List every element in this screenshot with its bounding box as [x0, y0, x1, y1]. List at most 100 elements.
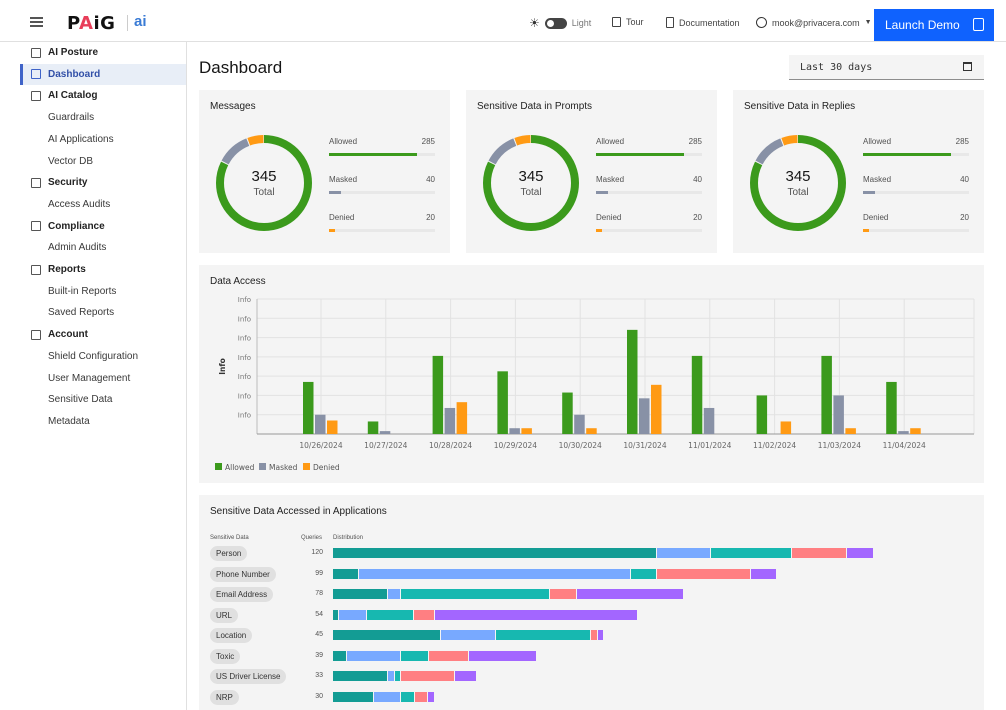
- sidebar-item-label: AI Applications: [48, 133, 114, 145]
- sidebar-item-guardrails[interactable]: Guardrails: [20, 107, 186, 128]
- donut-total: 345: [518, 168, 544, 185]
- bar-masked: [703, 407, 715, 434]
- sidebar-item-ai-catalog[interactable]: AI Catalog: [20, 85, 186, 106]
- distribution-segment[interactable]: [333, 630, 442, 640]
- distribution-segment[interactable]: [333, 691, 374, 702]
- brand-logo[interactable]: PAiG: [67, 13, 115, 34]
- stat-label: Denied: [596, 213, 622, 222]
- query-count: 33: [315, 672, 323, 679]
- sidebar-item-ai-applications[interactable]: AI Applications: [20, 129, 186, 150]
- dashboard-icon: [31, 69, 41, 80]
- sensitive-data-pill[interactable]: URL: [210, 607, 239, 623]
- sidebar-item-account[interactable]: Account: [20, 324, 186, 345]
- sidebar-item-vector-db[interactable]: Vector DB: [20, 151, 186, 172]
- sidebar-item-security[interactable]: Security: [20, 172, 186, 193]
- card-title: Messages: [210, 101, 256, 112]
- distribution-bar: [333, 650, 538, 661]
- menu-icon[interactable]: [30, 17, 43, 27]
- bar-denied: [586, 428, 597, 434]
- stat-fill: [596, 153, 684, 156]
- stat-fill: [329, 229, 336, 232]
- distribution-segment[interactable]: [339, 609, 367, 620]
- distribution-segment[interactable]: [333, 650, 347, 661]
- distribution-segment[interactable]: [495, 630, 591, 640]
- sensitive-data-pill[interactable]: Location: [210, 628, 253, 643]
- distribution-segment[interactable]: [333, 671, 388, 681]
- sidebar-item-built-in-reports[interactable]: Built-in Reports: [20, 281, 186, 302]
- distribution-segment[interactable]: [656, 548, 712, 558]
- sensitive-data-pill[interactable]: Email Address: [210, 587, 274, 602]
- distribution-segment[interactable]: [847, 548, 875, 558]
- distribution-segment[interactable]: [630, 568, 657, 579]
- distribution-segment[interactable]: [428, 650, 470, 661]
- sidebar-item-admin-audits[interactable]: Admin Audits: [20, 237, 186, 258]
- legend-label-allowed: Allowed: [225, 463, 255, 472]
- distribution-segment[interactable]: [413, 609, 435, 620]
- sidebar-item-user-management[interactable]: User Management: [20, 368, 186, 389]
- distribution-segment[interactable]: [401, 671, 455, 681]
- stat-fill: [863, 229, 870, 232]
- stat-value: 285: [955, 137, 969, 146]
- theme-toggle[interactable]: ☀ Light: [529, 16, 591, 30]
- distribution-segment[interactable]: [333, 568, 360, 579]
- distribution-segment[interactable]: [577, 589, 685, 599]
- sensitive-data-pill[interactable]: Toxic: [210, 648, 241, 664]
- bar-masked: [315, 414, 326, 434]
- stat-track: [863, 153, 969, 156]
- distribution-segment[interactable]: [441, 630, 496, 640]
- sidebar-item-dashboard[interactable]: Dashboard: [20, 63, 186, 85]
- distribution-segment[interactable]: [394, 671, 402, 681]
- brand-sub: ai: [134, 13, 147, 30]
- clipboard-icon: [31, 264, 41, 275]
- documentation-link[interactable]: Documentation: [666, 17, 740, 28]
- sidebar-item-reports[interactable]: Reports: [20, 259, 186, 280]
- sidebar-item-sensitive-data[interactable]: Sensitive Data: [20, 389, 186, 410]
- distribution-segment[interactable]: [550, 589, 578, 599]
- distribution-segment[interactable]: [387, 589, 402, 599]
- distribution-segment[interactable]: [414, 691, 429, 702]
- launch-demo-button[interactable]: Launch Demo: [874, 9, 994, 41]
- distribution-segment[interactable]: [428, 691, 436, 702]
- distribution-segment[interactable]: [590, 630, 598, 640]
- distribution-segment[interactable]: [346, 650, 402, 661]
- sidebar-item-label: Built-in Reports: [48, 285, 117, 297]
- distribution-segment[interactable]: [792, 548, 848, 558]
- distribution-segment[interactable]: [333, 589, 388, 599]
- distribution-segment[interactable]: [366, 609, 414, 620]
- sidebar-item-label: Admin Audits: [48, 242, 107, 254]
- distribution-segment[interactable]: [359, 568, 631, 579]
- bar-denied: [910, 428, 921, 434]
- sensitive-data-pill[interactable]: NRP: [210, 689, 239, 705]
- sidebar-item-shield-configuration[interactable]: Shield Configuration: [20, 346, 186, 367]
- legend-label-masked: Masked: [269, 463, 298, 472]
- sensitive-data-pill[interactable]: US Driver License: [210, 669, 287, 684]
- distribution-segment[interactable]: [469, 650, 538, 661]
- distribution-segment[interactable]: [333, 548, 657, 558]
- toggle-switch[interactable]: [544, 17, 567, 29]
- bar-allowed: [627, 329, 638, 434]
- sensitive-data-pill[interactable]: Phone Number: [210, 566, 276, 582]
- date-range-picker[interactable]: Last 30 days: [789, 55, 984, 80]
- sidebar-item-compliance[interactable]: Compliance: [20, 216, 186, 237]
- sidebar: AI Posture Dashboard AI Catalog Guardrails A…: [0, 42, 187, 710]
- distribution-segment[interactable]: [434, 609, 639, 620]
- distribution-segment[interactable]: [597, 630, 605, 640]
- distribution-segment[interactable]: [656, 568, 751, 579]
- sidebar-item-ai-posture[interactable]: AI Posture: [20, 42, 186, 63]
- distribution-segment[interactable]: [454, 671, 477, 681]
- distribution-segment[interactable]: [750, 568, 777, 579]
- distribution-segment[interactable]: [401, 691, 415, 702]
- sensitive-data-card: Sensitive Data Accessed in Applications …: [199, 495, 984, 710]
- distribution-segment[interactable]: [401, 650, 429, 661]
- sidebar-item-saved-reports[interactable]: Saved Reports: [20, 302, 186, 323]
- sensitive-data-pill[interactable]: Person: [210, 546, 248, 561]
- distribution-segment[interactable]: [373, 691, 402, 702]
- user-menu[interactable]: mook@privacera.com ▼: [756, 17, 872, 28]
- tour-link[interactable]: Tour: [612, 17, 644, 27]
- sidebar-item-access-audits[interactable]: Access Audits: [20, 194, 186, 215]
- sidebar-item-metadata[interactable]: Metadata: [20, 411, 186, 432]
- documentation-label: Documentation: [679, 17, 740, 28]
- distribution-segment[interactable]: [387, 671, 395, 681]
- distribution-segment[interactable]: [711, 548, 793, 558]
- distribution-segment[interactable]: [401, 589, 551, 599]
